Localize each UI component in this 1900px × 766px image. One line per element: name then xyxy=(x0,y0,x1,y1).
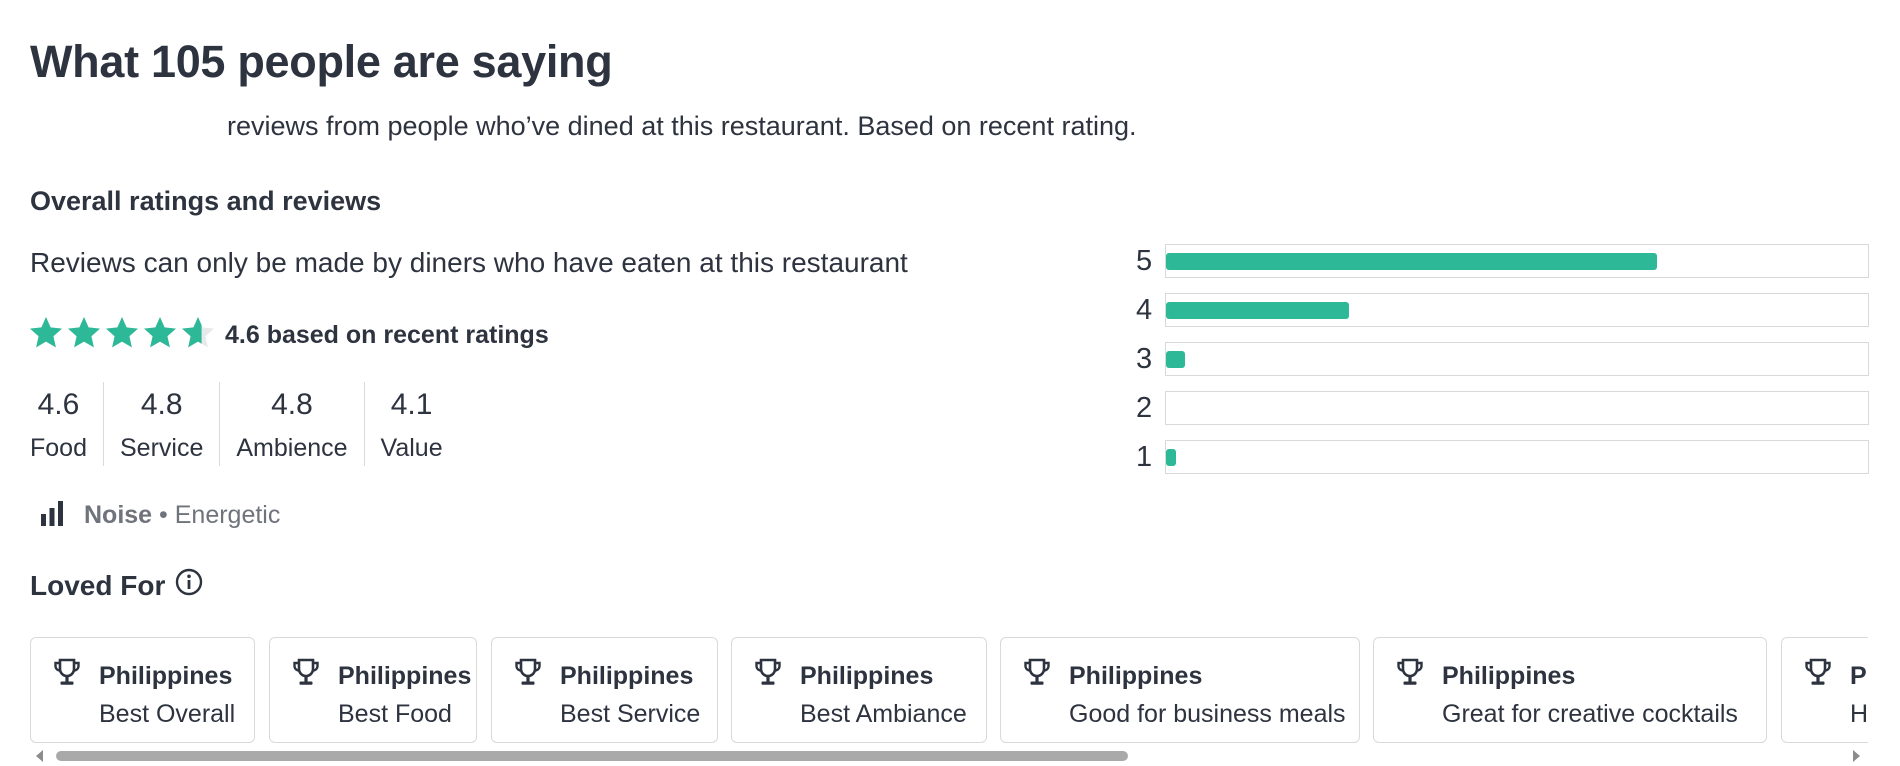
rating-bar-label: 2 xyxy=(1136,392,1153,424)
rating-bar-track xyxy=(1165,440,1869,474)
noise-level: Noise • Energetic xyxy=(40,500,280,531)
loved-for-card[interactable]: Philippines Good for business meals xyxy=(1000,637,1360,743)
rating-bar-fill xyxy=(1166,449,1176,466)
rating-bar-row: 5 xyxy=(1130,244,1869,278)
rating-bar-row: 2 xyxy=(1130,391,1869,425)
category-label: Ambience xyxy=(236,434,348,462)
card-location: Philippines xyxy=(560,662,694,690)
trophy-icon xyxy=(1396,658,1424,693)
loved-for-label: Loved For xyxy=(30,569,166,601)
noise-text: Noise • Energetic xyxy=(84,501,280,530)
noise-value: Energetic xyxy=(174,501,281,529)
star-rating xyxy=(28,315,216,351)
loved-for-card[interactable]: Philippines Best Service xyxy=(491,637,718,743)
scroll-left-arrow-icon[interactable] xyxy=(36,750,43,762)
rating-bar-fill xyxy=(1166,253,1657,270)
card-award: Best Service xyxy=(560,700,701,728)
rating-bar-fill xyxy=(1166,302,1349,319)
category-ambience: 4.8 Ambience xyxy=(219,382,363,466)
category-value: 4.1 xyxy=(390,388,433,421)
category-value-rating: 4.1 Value xyxy=(363,382,459,466)
star-icon xyxy=(180,315,216,351)
category-value: 4.6 xyxy=(37,388,80,421)
noise-separator: • xyxy=(152,501,175,529)
overall-rating-text: 4.6 based on recent ratings xyxy=(225,321,549,349)
trophy-icon xyxy=(292,658,320,693)
overall-ratings-heading: Overall ratings and reviews xyxy=(30,186,382,216)
category-label: Food xyxy=(30,434,87,462)
category-label: Service xyxy=(119,434,204,462)
category-label: Value xyxy=(380,434,443,462)
scroll-right-arrow-icon[interactable] xyxy=(1853,750,1860,762)
card-award: Best Food xyxy=(338,700,452,728)
trophy-icon xyxy=(514,658,542,693)
card-award: Best Ambiance xyxy=(800,700,967,728)
rating-bar-row: 1 xyxy=(1130,440,1869,474)
rating-bar-track xyxy=(1165,293,1869,327)
category-value: 4.8 xyxy=(140,388,183,421)
star-icon xyxy=(142,315,178,351)
star-icon xyxy=(104,315,140,351)
card-location: Philippines xyxy=(1442,662,1576,690)
loved-for-card[interactable]: Philippines Best Food xyxy=(269,637,477,743)
rating-bar-track xyxy=(1165,244,1869,278)
category-ratings: 4.6 Food 4.8 Service 4.8 Ambience 4.1 Va… xyxy=(30,382,459,466)
reviews-eligibility-note: Reviews can only be made by diners who h… xyxy=(30,247,908,278)
card-location: Philippines xyxy=(99,662,233,690)
card-location: Philippines xyxy=(338,662,472,690)
loved-for-carousel: Philippines Best Overall Philippines Best F… xyxy=(30,637,1868,745)
rating-bar-row: 3 xyxy=(1130,342,1869,376)
info-icon[interactable] xyxy=(175,568,203,603)
rating-bar-label: 5 xyxy=(1136,245,1153,277)
rating-bar-label: 1 xyxy=(1136,441,1153,473)
loved-for-card[interactable]: Philippines Great for creative cocktails xyxy=(1373,637,1767,743)
trophy-icon xyxy=(53,658,81,693)
rating-bar-track xyxy=(1165,391,1869,425)
trophy-icon xyxy=(1023,658,1051,693)
category-service: 4.8 Service xyxy=(102,382,219,466)
rating-bar-label: 3 xyxy=(1136,343,1153,375)
loved-for-card[interactable]: Ph H xyxy=(1781,637,1868,743)
rating-bar-label: 4 xyxy=(1136,294,1153,326)
category-food: 4.6 Food xyxy=(30,382,103,466)
trophy-icon xyxy=(754,658,782,693)
noise-label: Noise xyxy=(84,501,153,529)
rating-bar-fill xyxy=(1166,351,1185,368)
card-award: Good for business meals xyxy=(1069,700,1346,728)
card-location: Ph xyxy=(1850,662,1868,690)
rating-bar-track xyxy=(1165,342,1869,376)
category-value: 4.8 xyxy=(271,388,313,421)
loved-for-card[interactable]: Philippines Best Overall xyxy=(30,637,255,743)
page-title: What 105 people are saying xyxy=(30,36,613,87)
carousel-scrollbar[interactable] xyxy=(30,746,1868,766)
page-subtitle: reviews from people who’ve dined at this… xyxy=(227,111,1137,141)
star-icon xyxy=(28,315,64,351)
card-award: Best Overall xyxy=(99,700,236,728)
card-award: Great for creative cocktails xyxy=(1442,700,1738,728)
card-location: Philippines xyxy=(1069,662,1203,690)
loved-for-heading: Loved For xyxy=(30,568,203,603)
star-icon xyxy=(66,315,102,351)
noise-level-icon xyxy=(40,500,64,531)
rating-bar-row: 4 xyxy=(1130,293,1869,327)
card-location: Philippines xyxy=(800,662,934,690)
trophy-icon xyxy=(1804,658,1832,693)
loved-for-card[interactable]: Philippines Best Ambiance xyxy=(731,637,987,743)
card-award: H xyxy=(1850,700,1868,728)
scrollbar-thumb[interactable] xyxy=(56,751,1128,761)
